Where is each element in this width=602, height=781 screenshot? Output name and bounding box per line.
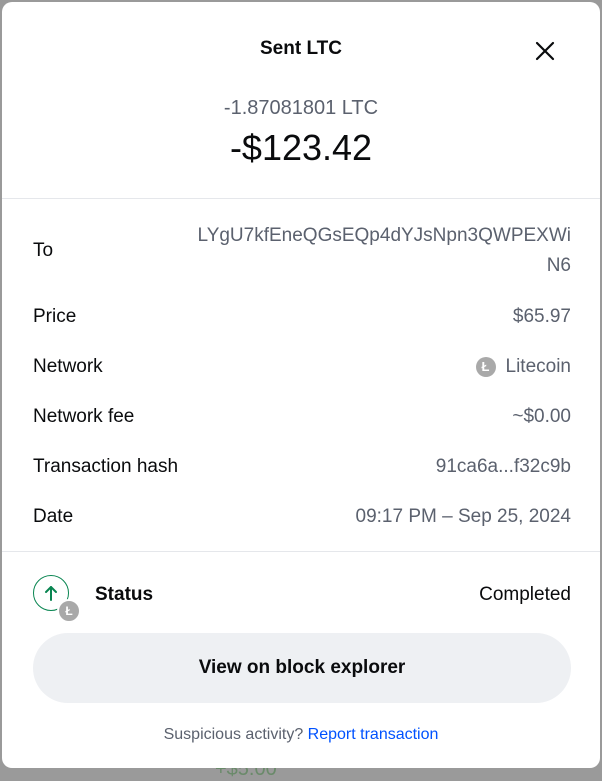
fee-value: ~$0.00 <box>512 406 571 427</box>
divider <box>2 198 600 199</box>
detail-row-hash: Transaction hash 91ca6a...f32c9b <box>33 452 571 482</box>
modal-header: Sent LTC <box>2 2 600 98</box>
detail-row-network: Network Ł Litecoin <box>33 352 571 382</box>
modal-title: Sent LTC <box>260 38 342 59</box>
amount-fiat: -$123.42 <box>229 127 373 168</box>
suspicious-prompt: Suspicious activity? <box>163 726 304 743</box>
divider <box>2 551 600 552</box>
footer: Suspicious activity? Report transaction <box>2 726 600 744</box>
detail-row-price: Price $65.97 <box>33 302 571 332</box>
status-label: Status <box>95 584 154 605</box>
network-value: Litecoin <box>505 356 572 377</box>
hash-value[interactable]: 91ca6a...f32c9b <box>436 456 571 478</box>
transaction-modal: Sent LTC -1.87081801 LTC -$123.42 To LYg… <box>2 2 600 768</box>
detail-row-to: To LYgU7kfEneQGsEQp4dYJsNpn3QWPEXWiN6 <box>33 220 571 282</box>
detail-row-fee: Network fee ~$0.00 <box>33 402 571 432</box>
price-value: $65.97 <box>512 306 571 327</box>
amount-crypto: -1.87081801 LTC <box>223 97 379 119</box>
date-label: Date <box>33 506 74 527</box>
report-transaction-link[interactable]: Report transaction <box>308 726 439 743</box>
hash-label: Transaction hash <box>33 456 179 477</box>
detail-row-date: Date 09:17 PM – Sep 25, 2024 <box>33 502 571 532</box>
fee-label: Network fee <box>33 406 135 427</box>
network-label: Network <box>33 356 103 377</box>
price-label: Price <box>33 306 77 327</box>
view-block-explorer-button[interactable]: View on block explorer <box>33 633 571 703</box>
network-value-wrap: Ł Litecoin <box>475 356 572 378</box>
status-icon-group: Ł <box>33 575 81 623</box>
litecoin-icon: Ł <box>475 356 496 377</box>
to-address[interactable]: LYgU7kfEneQGsEQp4dYJsNpn3QWPEXWiN6 <box>191 221 571 281</box>
status-value: Completed <box>479 584 571 605</box>
status-row: Ł Status Completed <box>33 573 571 623</box>
to-label: To <box>33 240 54 261</box>
date-value: 09:17 PM – Sep 25, 2024 <box>355 506 572 527</box>
litecoin-badge-icon: Ł <box>57 599 81 623</box>
close-icon <box>535 41 555 61</box>
close-button[interactable] <box>530 36 560 66</box>
